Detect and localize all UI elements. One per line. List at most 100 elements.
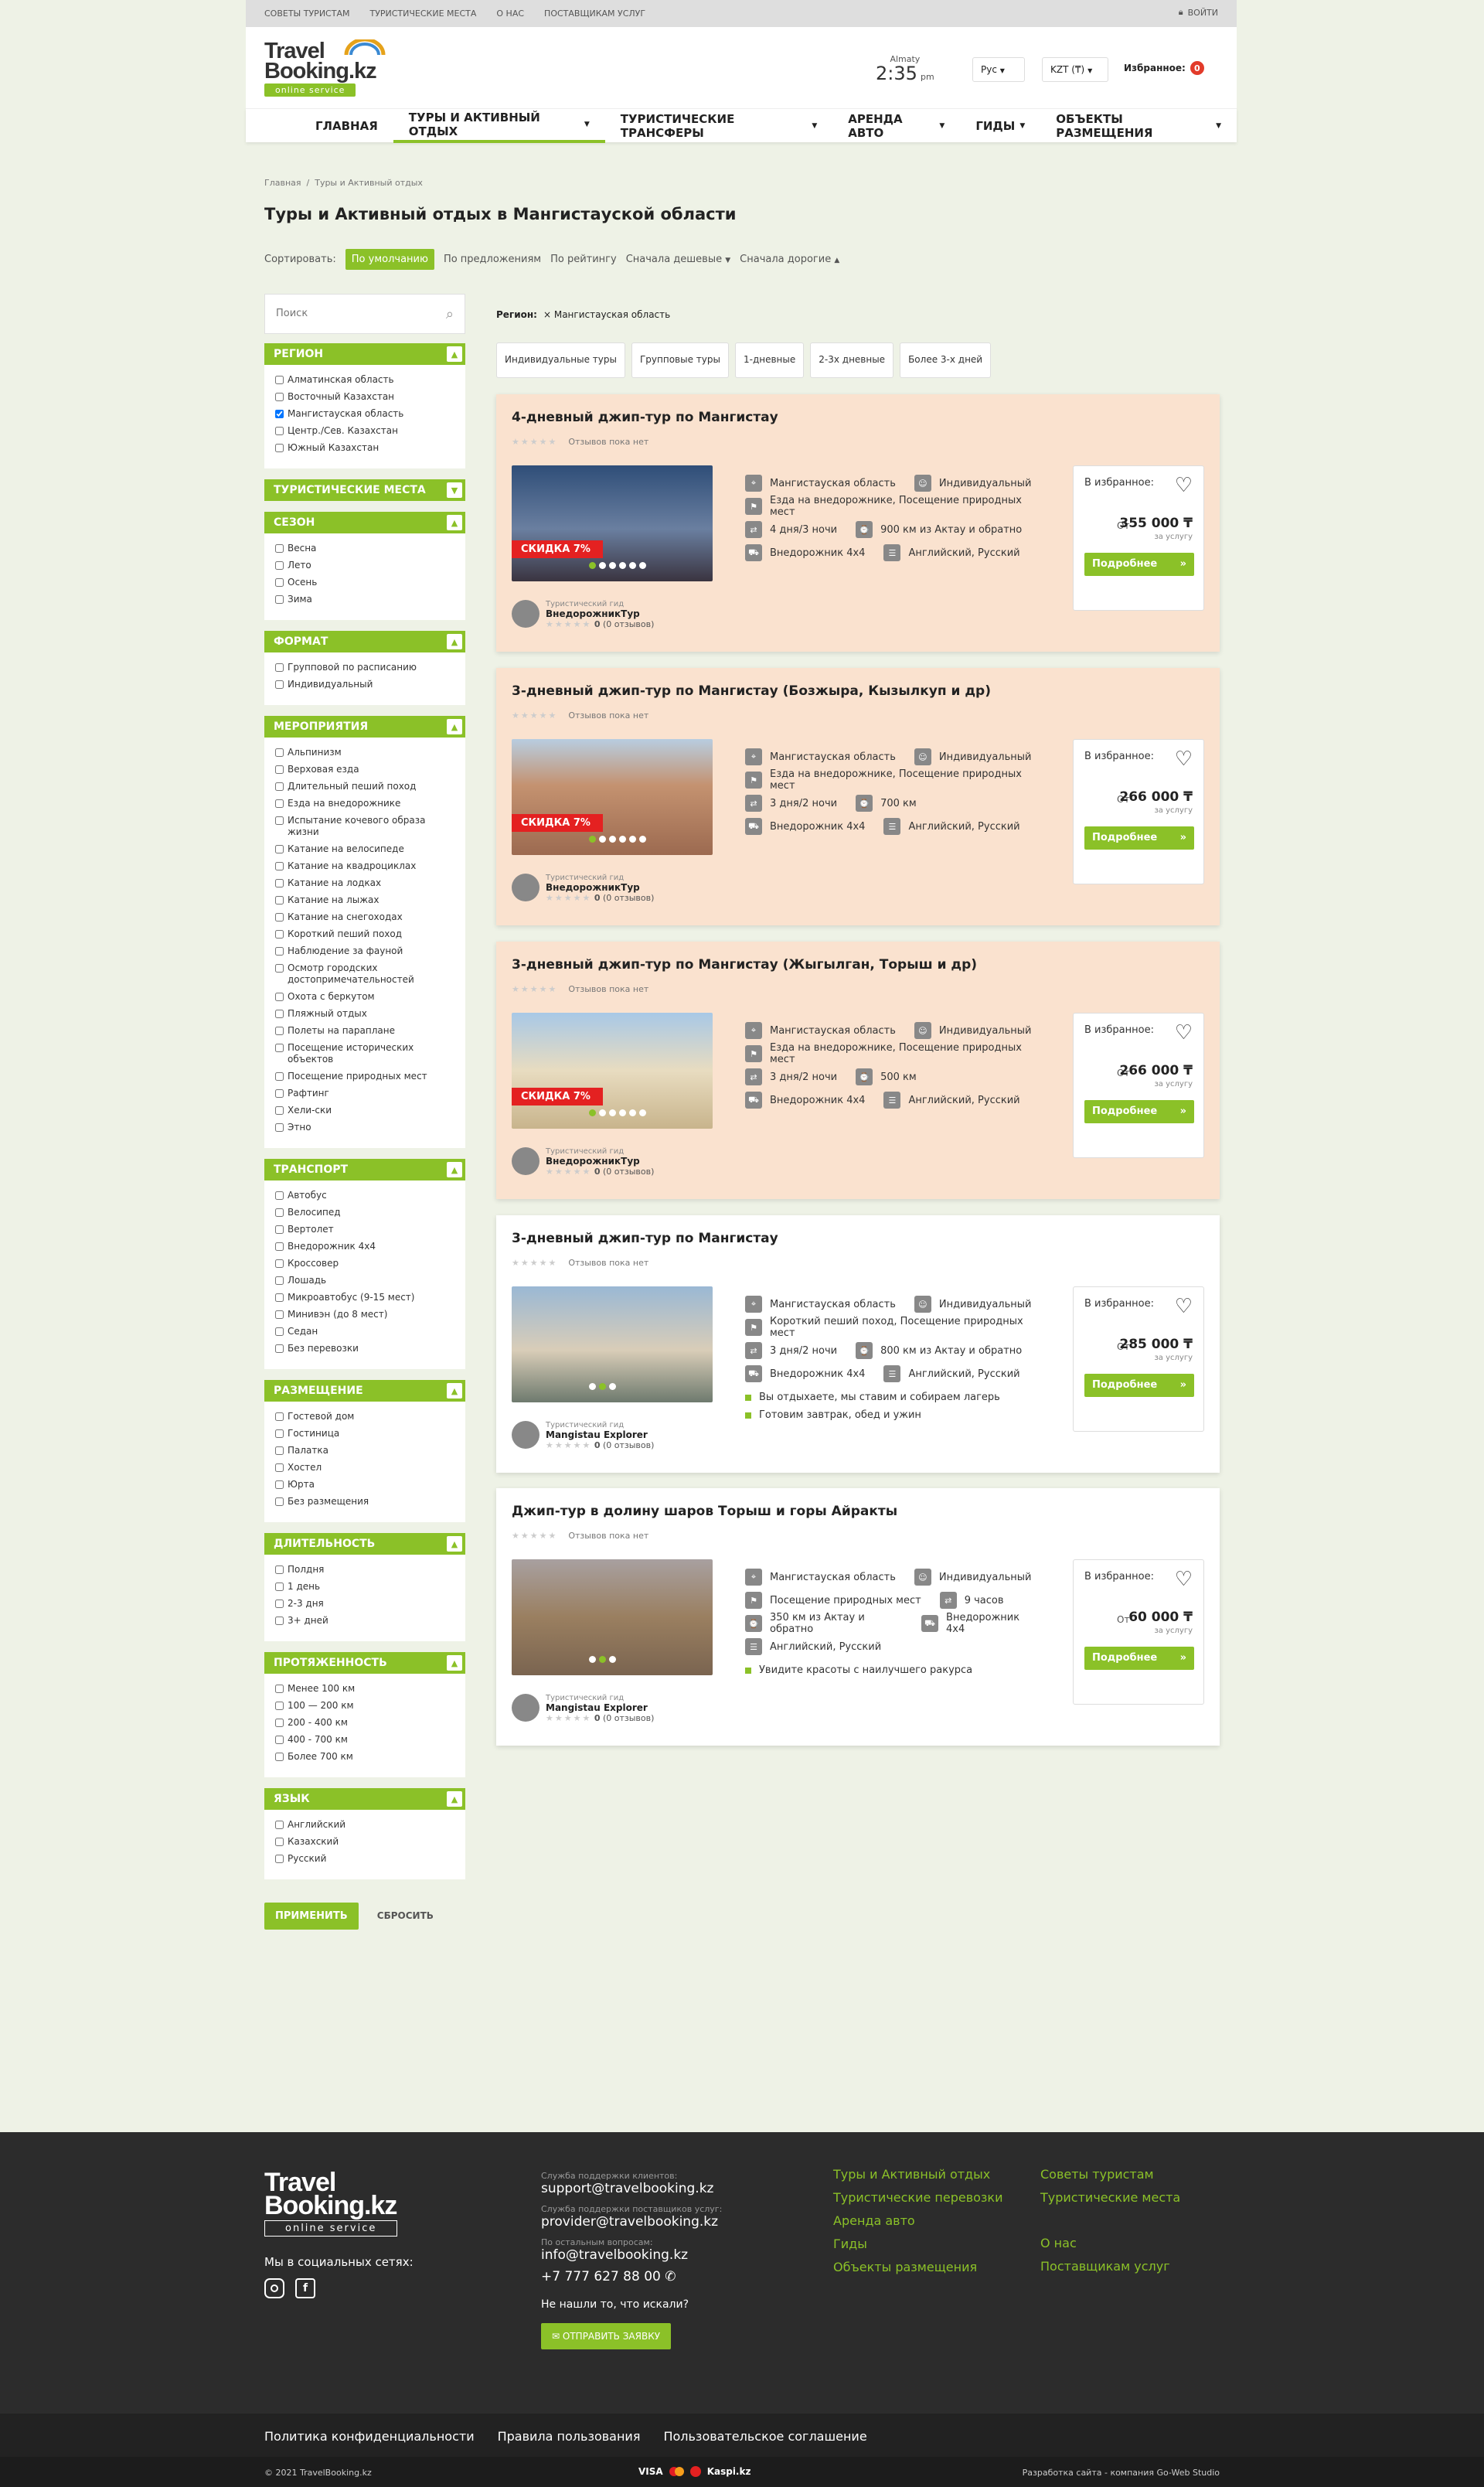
filter-heading[interactable]: Транспорт ▲ — [264, 1159, 465, 1180]
chevron-up-icon[interactable]: ▲ — [447, 1536, 462, 1552]
filter-checkbox[interactable] — [275, 930, 284, 939]
footer-link[interactable]: Туристические перевозки — [833, 2190, 1003, 2205]
phone-row[interactable]: +7 777 627 88 00 ✆ — [541, 2269, 773, 2284]
filter-heading[interactable]: Длительность ▲ — [264, 1533, 465, 1555]
filter-option[interactable]: Палатка — [275, 1445, 454, 1456]
filter-checkbox[interactable] — [275, 1044, 284, 1052]
filter-checkbox[interactable] — [275, 1412, 284, 1421]
filter-checkbox[interactable] — [275, 782, 284, 791]
filter-option[interactable]: Южный Казахстан — [275, 442, 454, 454]
filter-option[interactable]: Микроавтобус (9-15 мест) — [275, 1292, 454, 1303]
filter-checkbox[interactable] — [275, 1208, 284, 1217]
filter-heading[interactable]: Мероприятия ▲ — [264, 716, 465, 738]
avatar[interactable] — [512, 600, 539, 628]
filter-option[interactable]: Катание на лыжах — [275, 894, 454, 906]
filter-option[interactable]: Катание на снегоходах — [275, 911, 454, 923]
filter-option[interactable]: Катание на лодках — [275, 877, 454, 889]
sort-expensive[interactable]: Сначала дорогие ▲ — [740, 254, 839, 265]
chevron-up-icon[interactable]: ▲ — [447, 515, 462, 530]
filter-checkbox[interactable] — [275, 913, 284, 922]
pager-dot[interactable] — [619, 562, 626, 569]
filter-checkbox[interactable] — [275, 410, 284, 418]
filter-checkbox[interactable] — [275, 595, 284, 604]
filter-option[interactable]: Полеты на параплане — [275, 1025, 454, 1037]
filter-option[interactable]: Весна — [275, 543, 454, 554]
chevron-up-icon[interactable]: ▲ — [447, 719, 462, 734]
chip-1day[interactable]: 1-дневные — [734, 342, 805, 378]
pager-dot[interactable] — [599, 1109, 606, 1116]
filter-checkbox[interactable] — [275, 799, 284, 808]
language-select[interactable]: Рус ▼ — [972, 57, 1025, 82]
filter-checkbox[interactable] — [275, 1600, 284, 1608]
filter-checkbox[interactable] — [275, 993, 284, 1001]
sort-offers[interactable]: По предложениям — [444, 254, 541, 265]
top-link[interactable]: Советы туристам — [264, 9, 349, 19]
filter-option[interactable]: 2-3 дня — [275, 1598, 454, 1610]
filter-option[interactable]: Восточный Казахстан — [275, 391, 454, 403]
filter-checkbox[interactable] — [275, 578, 284, 587]
filter-checkbox[interactable] — [275, 680, 284, 689]
heart-icon[interactable]: ♡ — [1175, 1021, 1193, 1044]
sort-rating[interactable]: По рейтингу — [550, 254, 617, 265]
filter-checkbox[interactable] — [275, 1565, 284, 1574]
filter-option[interactable]: Без размещения — [275, 1496, 454, 1508]
pager-dot[interactable] — [639, 1109, 646, 1116]
pager-dot[interactable] — [639, 562, 646, 569]
tour-title[interactable]: Джип-тур в долину шаров Торыш и горы Айр… — [512, 1504, 1204, 1519]
filter-option[interactable]: Альпинизм — [275, 747, 454, 758]
filter-checkbox[interactable] — [275, 1480, 284, 1489]
filter-option[interactable]: Зима — [275, 594, 454, 605]
nav-transfers[interactable]: Туристические трансферы ▼ — [605, 109, 833, 143]
filter-checkbox[interactable] — [275, 1497, 284, 1506]
footer-link[interactable]: Гиды — [833, 2237, 1003, 2251]
filter-option[interactable]: Более 700 км — [275, 1751, 454, 1763]
chevron-down-icon[interactable]: ▼ — [447, 482, 462, 498]
filter-checkbox[interactable] — [275, 1276, 284, 1285]
pager-dot[interactable] — [599, 836, 606, 843]
filter-heading[interactable]: Размещение ▲ — [264, 1380, 465, 1402]
filter-checkbox[interactable] — [275, 427, 284, 435]
guide-name[interactable]: ВнедорожникТур — [546, 1156, 654, 1167]
nav-home[interactable]: Главная — [300, 109, 393, 143]
chevron-up-icon[interactable]: ▲ — [447, 1383, 462, 1399]
currency-select[interactable]: KZT (₸) ▼ — [1042, 57, 1108, 82]
pager-dot[interactable] — [589, 1656, 596, 1663]
filter-checkbox[interactable] — [275, 1072, 284, 1081]
reset-button[interactable]: Сбросить — [377, 1910, 434, 1921]
search-icon[interactable]: ⌕ — [446, 306, 454, 322]
filter-option[interactable]: Этно — [275, 1122, 454, 1133]
pager-dot[interactable] — [599, 1656, 606, 1663]
footer-logo[interactable]: Travel Booking.kz online service Мы в со… — [264, 2169, 414, 2298]
nav-car-rental[interactable]: Аренда авто ▼ — [832, 109, 960, 143]
filter-checkbox[interactable] — [275, 1191, 284, 1200]
support-email[interactable]: support@travelbooking.kz — [541, 2181, 773, 2196]
apply-button[interactable]: Применить — [264, 1903, 359, 1930]
filter-checkbox[interactable] — [275, 1821, 284, 1829]
filter-option[interactable]: Автобус — [275, 1190, 454, 1201]
details-button[interactable]: Подробнее » — [1084, 1100, 1194, 1123]
details-button[interactable]: Подробнее » — [1084, 826, 1194, 850]
filter-checkbox[interactable] — [275, 1753, 284, 1761]
details-button[interactable]: Подробнее » — [1084, 553, 1194, 576]
breadcrumb-link[interactable]: Главная — [264, 178, 301, 188]
site-logo[interactable]: Travel Booking.kz online service — [264, 39, 396, 97]
pager-dot[interactable] — [619, 836, 626, 843]
instagram-icon[interactable] — [264, 2278, 284, 2298]
guide-name[interactable]: ВнедорожникТур — [546, 882, 654, 893]
filter-option[interactable]: Наблюдение за фауной — [275, 945, 454, 957]
filter-checkbox[interactable] — [275, 1010, 284, 1018]
chip-individual[interactable]: Индивидуальные туры — [496, 342, 625, 378]
filter-checkbox[interactable] — [275, 1089, 284, 1098]
filter-checkbox[interactable] — [275, 1293, 284, 1302]
filter-option[interactable]: Верховая езда — [275, 764, 454, 775]
filter-option[interactable]: 1 день — [275, 1581, 454, 1593]
filter-option[interactable]: Кроссовер — [275, 1258, 454, 1269]
avatar[interactable] — [512, 1147, 539, 1175]
chip-3plus[interactable]: Более 3-х дней — [900, 342, 992, 378]
filter-option[interactable]: Седан — [275, 1326, 454, 1337]
chevron-up-icon[interactable]: ▲ — [447, 1791, 462, 1807]
favorites-link[interactable]: Избранное: 0 — [1124, 61, 1204, 75]
filter-option[interactable]: Испытание кочевого образа жизни — [275, 815, 454, 838]
chevron-up-icon[interactable]: ▲ — [447, 634, 462, 649]
legal-link[interactable]: Политика конфиденциальности — [264, 2429, 475, 2444]
